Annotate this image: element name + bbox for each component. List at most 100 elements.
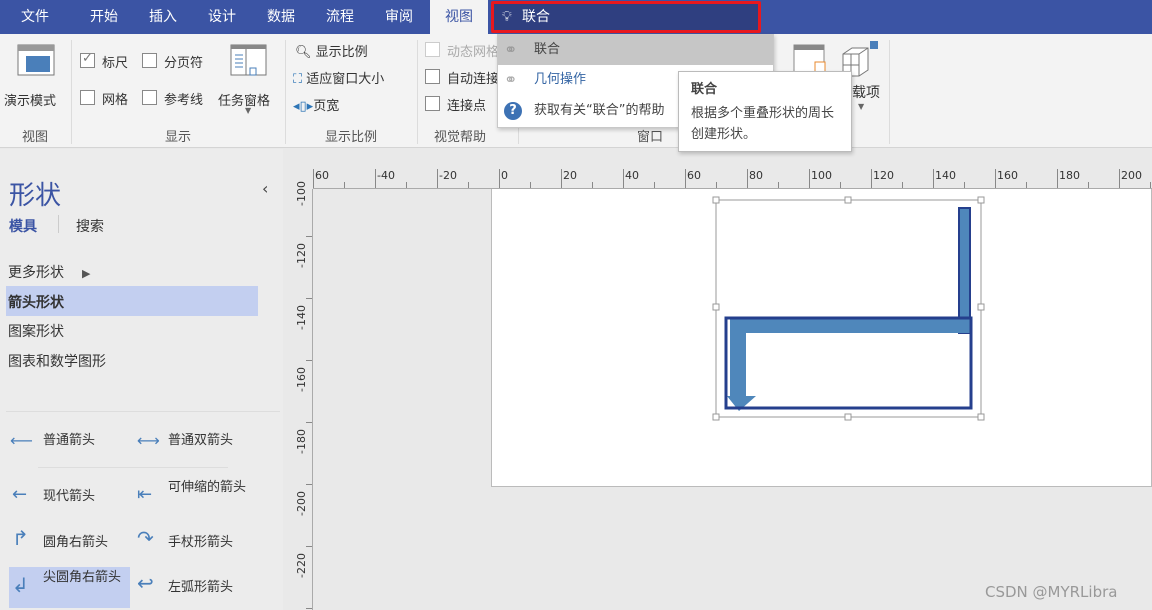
tooltip-title: 联合 [691, 82, 718, 97]
dynamic-grid-checkbox[interactable] [425, 42, 440, 57]
shape-label[interactable]: 可伸缩的箭头 [168, 479, 248, 497]
ruler-tick-label: -40 [375, 169, 395, 188]
panel-title: 形状 [9, 181, 62, 211]
ruler-tick-label: 40 [623, 169, 639, 188]
page-width-button[interactable]: ◂▯▸页宽 [293, 95, 339, 114]
double-arrow-icon[interactable]: ⟷ [137, 432, 160, 450]
group-label-view: 视图 [21, 130, 48, 145]
ruler-minor-tick [964, 182, 965, 188]
magnifier-icon: 🔍︎ [295, 45, 312, 60]
task-panes-button[interactable]: 任务窗格 ▼ [216, 42, 282, 122]
tab-stencils[interactable]: 模具 [9, 216, 37, 236]
left-arc-arrow-icon[interactable]: ↩ [137, 573, 154, 593]
ruler-tick-label: -160 [295, 367, 308, 393]
tab-home[interactable]: 开始 [74, 0, 134, 34]
ruler-minor-tick [592, 182, 593, 188]
tab-data[interactable]: 数据 [252, 0, 310, 34]
add-ins-label[interactable]: 载项 [852, 82, 880, 102]
fit-window-button[interactable]: ⛶ 适应窗口大小 [293, 68, 384, 87]
page-breaks-checkbox[interactable] [142, 53, 157, 68]
presentation-mode-button[interactable]: 演示模式 [4, 42, 66, 112]
shape-simple-arrow[interactable]: ⟵ [10, 432, 33, 452]
tooltip-body: 根据多个重叠形状的周长创建形状。 [691, 106, 835, 142]
page-width-icon: ◂▯▸ [293, 99, 314, 114]
presentation-mode-label: 演示模式 [4, 94, 57, 109]
group-label-visual-aids: 视觉帮助 [433, 130, 486, 145]
ruler-tick-label: 60 [313, 169, 329, 188]
tab-review[interactable]: 审阅 [370, 0, 428, 34]
ruler-tick [306, 236, 312, 237]
search-value: 联合 [522, 9, 550, 25]
category-pattern-shapes[interactable]: 图案形状 [8, 321, 64, 341]
ruler-minor-tick [902, 182, 903, 188]
shape-label[interactable]: 手杖形箭头 [168, 534, 233, 552]
help-icon: ? [504, 102, 522, 120]
ruler-tick-label: -120 [295, 243, 308, 269]
shapes-panel: 形状 ‹ 模具 搜索 更多形状 ▶ 箭头形状 图案形状 图表和数学图形 ⟵ 普通箭… [0, 149, 283, 610]
ruler-minor-tick [1088, 182, 1089, 188]
ruler-minor-tick [778, 182, 779, 188]
ruler-tick-label: -200 [295, 491, 308, 517]
ruler-checkbox[interactable]: ✓ [80, 51, 95, 68]
ruler-tick-label: 0 [499, 169, 508, 188]
ruler-tick-label: -180 [295, 429, 308, 455]
flexible-arrow-icon[interactable]: ⇤ [137, 486, 152, 504]
ruler-minor-tick [468, 182, 469, 188]
union-icon: ⚭ [504, 40, 518, 59]
dynamic-grid-label: 动态网格 [447, 45, 500, 60]
collapse-chevron-icon[interactable]: ‹ [262, 179, 268, 198]
ruler-tick-label: 60 [685, 169, 701, 188]
ruler-tick-label: 120 [871, 169, 894, 188]
tell-me-search-input[interactable]: 💡︎ 联合 [491, 1, 761, 33]
fit-window-label: 适应窗口大小 [306, 72, 385, 87]
shape-label[interactable]: 普通双箭头 [168, 432, 233, 450]
category-more-shapes[interactable]: 更多形状 ▶ [8, 262, 90, 282]
grid-checkbox[interactable] [80, 90, 95, 105]
shape-sharp-rounded-right-arrow[interactable]: ↲ 尖圆角右箭头 [9, 567, 130, 608]
category-label: 箭头形状 [8, 295, 64, 311]
u-turn-arrow-icon[interactable]: ↷ [137, 528, 154, 548]
ruler-minor-tick [1150, 182, 1151, 188]
ruler-tick [306, 546, 312, 547]
ruler-tick-label: 140 [933, 169, 956, 188]
drawing-page[interactable] [491, 189, 1152, 487]
tab-search[interactable]: 搜索 [76, 216, 104, 236]
dropdown-arrow-icon: ▼ [858, 102, 865, 111]
shape-label[interactable]: 现代箭头 [43, 488, 95, 506]
guides-checkbox[interactable] [142, 90, 157, 105]
tab-insert[interactable]: 插入 [134, 0, 192, 34]
auto-connect-label: 自动连接 [447, 72, 500, 87]
shape-label[interactable]: 左弧形箭头 [168, 579, 233, 597]
ruler-tick [306, 422, 312, 423]
sharp-right-arrow-icon: ↲ [12, 573, 29, 597]
ruler-minor-tick [654, 182, 655, 188]
shape-label: 尖圆角右箭头 [43, 570, 122, 585]
tab-process[interactable]: 流程 [310, 0, 370, 34]
category-arrow-shapes[interactable]: 箭头形状 [6, 286, 258, 316]
category-charts-math[interactable]: 图表和数学图形 [8, 351, 106, 371]
guides-label: 参考线 [164, 93, 204, 108]
watermark: CSDN @MYRLibra [985, 583, 1118, 601]
item-label: 几何操作 [534, 72, 587, 87]
ruler-tick-label: -220 [295, 553, 308, 579]
modern-arrow-icon[interactable]: ← [12, 486, 27, 504]
dropdown-item-union[interactable]: ⚭ 联合 [498, 35, 773, 65]
shape-label[interactable]: 普通箭头 [43, 432, 95, 450]
ruler-label: 标尺 [102, 56, 129, 71]
zoom-button[interactable]: 🔍︎ 显示比例 [295, 41, 368, 60]
selection-handles [712, 196, 985, 421]
ruler-tick-label: 100 [809, 169, 832, 188]
shape-label[interactable]: 圆角右箭头 [43, 534, 108, 552]
ruler-minor-tick [344, 182, 345, 188]
tab-file[interactable]: 文件 [4, 0, 66, 34]
tab-design[interactable]: 设计 [192, 0, 252, 34]
connection-points-checkbox[interactable] [425, 96, 440, 111]
auto-connect-checkbox[interactable] [425, 69, 440, 84]
item-label: 获取有关“联合”的帮助 [534, 103, 665, 118]
ruler-tick-label: 180 [1057, 169, 1080, 188]
tab-view[interactable]: 视图 [430, 0, 488, 34]
ruler-tick [306, 360, 312, 361]
geometry-icon: ⚭ [504, 70, 518, 89]
rounded-right-arrow-icon[interactable]: ↱ [12, 528, 29, 548]
ruler-tick-label: -100 [295, 181, 308, 207]
